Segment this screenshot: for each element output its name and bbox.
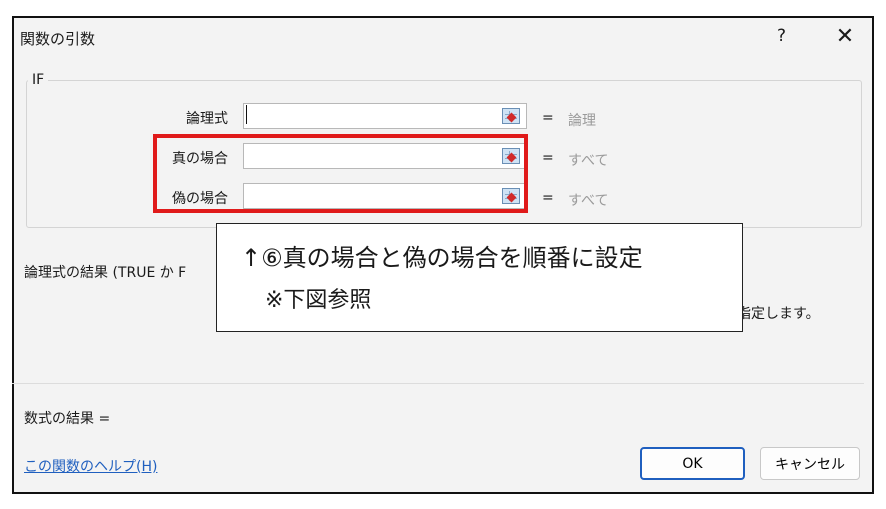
dialog-title: 関数の引数 bbox=[20, 30, 96, 48]
function-name: IF bbox=[28, 72, 49, 88]
arg-result-value-if-true: すべて bbox=[568, 153, 609, 169]
divider bbox=[12, 383, 864, 384]
formula-result: 数式の結果 = bbox=[24, 411, 111, 427]
annotation-line-1: ↑⑥真の場合と偽の場合を順番に設定 bbox=[241, 244, 643, 272]
cancel-button[interactable]: キャンセル bbox=[760, 447, 860, 480]
close-icon[interactable]: ✕ bbox=[833, 24, 857, 52]
equals-sign: = bbox=[542, 110, 554, 126]
annotation-line-2: ※下図参照 bbox=[265, 288, 372, 313]
arg-label-logical-test: 論理式 bbox=[186, 111, 228, 127]
equals-sign: = bbox=[542, 150, 554, 166]
highlight-box bbox=[153, 134, 528, 213]
arg-result-value-if-false: すべて bbox=[568, 193, 609, 209]
annotation-callout: ↑⑥真の場合と偽の場合を順番に設定 ※下図参照 bbox=[216, 223, 743, 332]
collapse-dialog-icon[interactable] bbox=[502, 108, 520, 124]
ok-button[interactable]: OK bbox=[640, 447, 745, 480]
function-description: 論理式の結果 (TRUE か F bbox=[24, 265, 187, 281]
arg-result-logical-test: 論理 bbox=[568, 113, 596, 129]
text-caret bbox=[246, 105, 247, 124]
help-button[interactable]: ? bbox=[777, 26, 786, 46]
function-help-link[interactable]: この関数のヘルプ(H) bbox=[24, 456, 157, 476]
equals-sign: = bbox=[542, 190, 554, 206]
function-description-tail: 指定します。 bbox=[737, 306, 820, 322]
logical-test-input[interactable] bbox=[243, 103, 527, 129]
